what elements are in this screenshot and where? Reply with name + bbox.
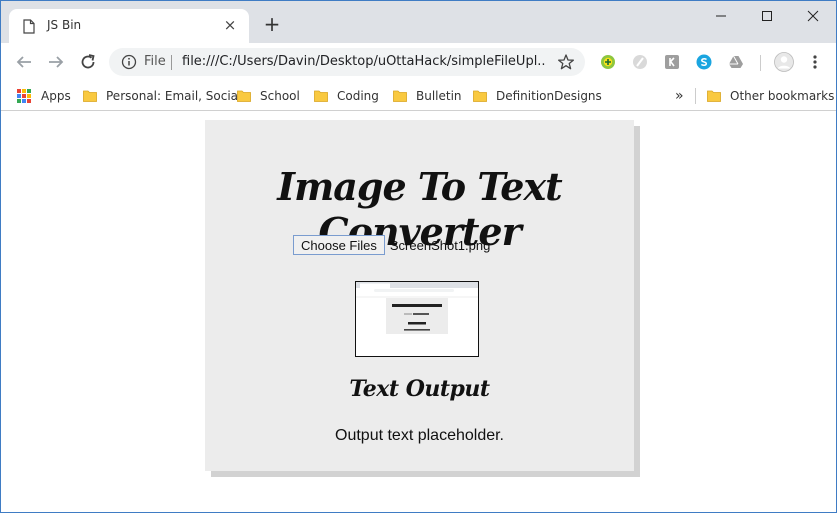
chevron-double-right-icon: » [675, 88, 684, 104]
bookmark-folder-coding[interactable]: Coding [314, 87, 379, 105]
info-icon[interactable] [121, 54, 137, 70]
close-icon [807, 10, 819, 22]
bookmark-apps[interactable]: Apps [17, 87, 71, 105]
back-arrow-icon [16, 56, 31, 68]
url-separator [171, 55, 172, 70]
selected-file-name: ScreenShot1.png [389, 237, 491, 253]
profile-avatar-icon[interactable] [774, 52, 794, 72]
text-output-heading: Text Output [349, 376, 490, 402]
bookmarks-bar: Apps Personal: Email, Socia School Codin… [1, 81, 836, 111]
maximize-button[interactable] [744, 1, 790, 31]
address-bar[interactable]: File file:///C:/Users/Davin/Desktop/uOtt… [109, 48, 585, 76]
output-text: Output text placeholder. [335, 427, 504, 444]
close-window-button[interactable] [790, 1, 836, 31]
forward-arrow-icon [49, 56, 64, 68]
bookmark-folder-school[interactable]: School [237, 87, 300, 105]
toolbar-divider [760, 55, 761, 71]
extension-green-plus-icon[interactable] [600, 54, 616, 70]
tab-strip: JS Bin × + [1, 1, 836, 43]
bookmark-label: DefinitionDesigns [496, 89, 602, 103]
forward-button[interactable] [45, 51, 67, 73]
folder-icon [237, 90, 251, 102]
bookmarks-divider [695, 88, 696, 104]
extension-feather-icon[interactable] [632, 54, 648, 70]
bookmarks-overflow-button[interactable]: » [675, 87, 684, 105]
apps-grid-icon [17, 89, 31, 103]
bookmark-label: Coding [337, 89, 379, 103]
preview-thumbnail [356, 282, 478, 334]
folder-icon [83, 90, 97, 102]
folder-icon [314, 90, 328, 102]
url-scheme-label: File [144, 54, 166, 69]
menu-kebab-icon[interactable] [809, 54, 821, 70]
bookmark-folder-definitiondesigns[interactable]: DefinitionDesigns [473, 87, 602, 105]
document-icon [23, 19, 35, 34]
reload-icon [81, 54, 95, 69]
tab-title: JS Bin [47, 18, 82, 32]
reload-button[interactable] [77, 51, 99, 73]
extension-square-icon[interactable] [664, 54, 680, 70]
back-button[interactable] [13, 51, 35, 73]
folder-icon [707, 90, 721, 102]
bookmark-star-icon[interactable] [557, 53, 575, 71]
bookmark-apps-label: Apps [41, 89, 71, 103]
bookmark-label: Bulletin [416, 89, 462, 103]
bookmark-label: Other bookmarks [730, 89, 835, 103]
bookmark-label: Personal: Email, Socia [106, 89, 239, 103]
skype-icon[interactable] [696, 54, 712, 70]
bookmark-label: School [260, 89, 300, 103]
tab-close-icon[interactable]: × [221, 16, 239, 34]
window-controls [698, 1, 836, 33]
file-input: Choose Files ScreenShot1.png [293, 234, 490, 256]
browser-toolbar: File file:///C:/Users/Davin/Desktop/uOtt… [1, 43, 836, 81]
bookmark-folder-other[interactable]: Other bookmarks [707, 87, 834, 105]
maximize-icon [762, 11, 772, 21]
folder-icon [473, 90, 487, 102]
uploaded-image-preview [355, 281, 479, 357]
choose-files-button[interactable]: Choose Files [293, 235, 385, 255]
new-tab-button[interactable]: + [263, 14, 281, 34]
browser-window: JS Bin × + File file:///C:/Users/Davin/D… [0, 0, 837, 513]
converter-card: Image To Text Converter Choose Files Scr… [205, 120, 634, 471]
minimize-icon [716, 15, 726, 17]
bookmark-folder-personal[interactable]: Personal: Email, Socia [83, 87, 238, 105]
drive-icon[interactable] [728, 54, 744, 70]
url-text[interactable]: file:///C:/Users/Davin/Desktop/uOttaHack… [182, 54, 547, 69]
page-content: Image To Text Converter Choose Files Scr… [1, 112, 836, 512]
bookmark-folder-bulletin[interactable]: Bulletin [393, 87, 462, 105]
folder-icon [393, 90, 407, 102]
tab-js-bin[interactable]: JS Bin × [9, 9, 249, 43]
minimize-button[interactable] [698, 1, 744, 31]
